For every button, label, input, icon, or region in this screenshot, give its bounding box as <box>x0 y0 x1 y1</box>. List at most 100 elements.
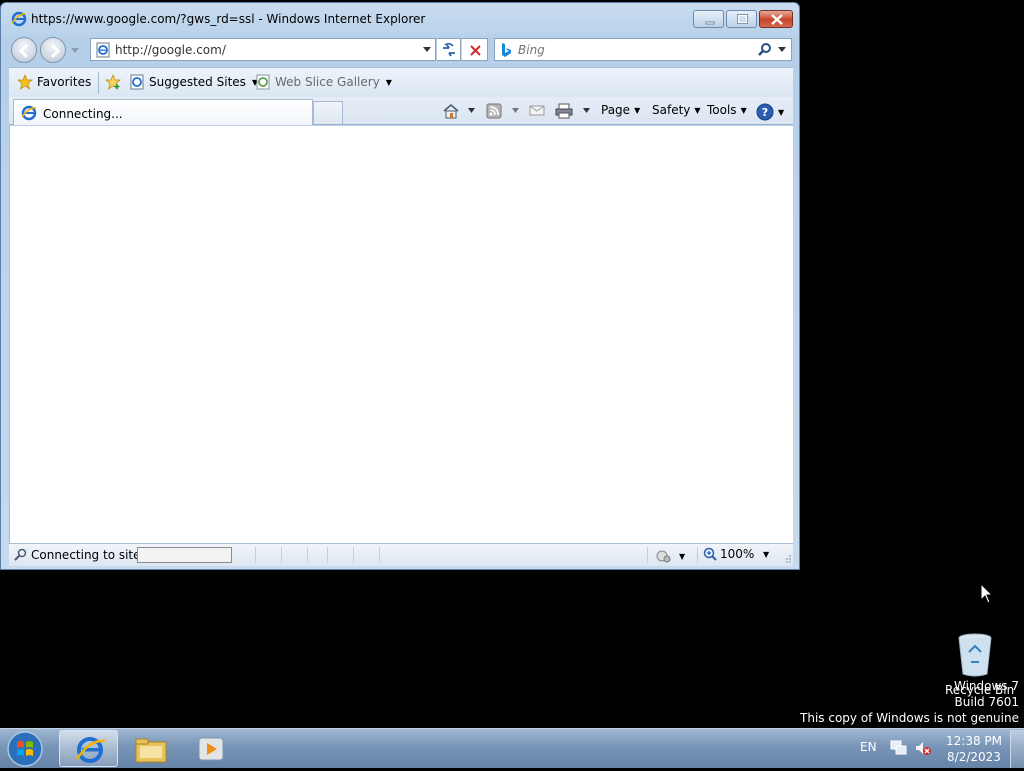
status-text: Connecting to site 2 <box>31 548 137 562</box>
tab-active[interactable]: Connecting... <box>13 99 313 125</box>
help-button[interactable]: ? ▼ <box>756 103 784 121</box>
status-separator <box>327 547 328 563</box>
home-button[interactable] <box>442 103 478 119</box>
tools-menu-button[interactable]: Tools ▼ <box>707 103 747 117</box>
suggested-sites-icon <box>130 74 144 90</box>
network-icon[interactable] <box>890 740 908 756</box>
favorites-separator <box>98 72 99 94</box>
suggested-sites-label: Suggested Sites <box>149 75 246 89</box>
page-icon <box>96 42 110 58</box>
windows-media-player-icon[interactable] <box>195 733 227 765</box>
internet-explorer-icon <box>75 737 106 763</box>
tab-row: Connecting... Page ▼ Safety ▼ Tools ▼ ? … <box>9 97 793 125</box>
desktop: https://www.google.com/?gws_rd=ssl - Win… <box>0 0 1024 728</box>
tools-menu-label: Tools <box>707 103 737 117</box>
zoom-dropdown-icon[interactable]: ▼ <box>763 550 769 559</box>
recycle-bin-icon[interactable] <box>955 632 995 678</box>
recent-pages-dropdown-icon[interactable] <box>70 45 80 55</box>
chevron-down-icon: ▼ <box>740 105 747 115</box>
favorites-bar: Favorites Suggested Sites ▼ Web Slice Ga… <box>9 67 793 97</box>
feeds-button[interactable] <box>486 103 520 119</box>
help-icon: ? <box>756 103 774 121</box>
web-slice-gallery-button[interactable]: Web Slice Gallery ▼ <box>255 74 392 90</box>
zoom-level: 100% <box>720 547 755 561</box>
address-dropdown-icon[interactable] <box>422 46 432 54</box>
status-separator <box>255 547 256 563</box>
add-to-favorites-bar-button[interactable] <box>105 74 121 90</box>
print-button[interactable] <box>555 103 591 119</box>
clock-date: 8/2/2023 <box>947 750 1001 764</box>
minimize-button[interactable] <box>693 10 724 28</box>
chevron-down-icon[interactable] <box>504 105 520 117</box>
windows-explorer-icon[interactable] <box>133 733 169 765</box>
taskbar-internet-explorer-button[interactable] <box>59 730 118 767</box>
search-options-dropdown-icon[interactable] <box>777 46 787 54</box>
web-slice-icon <box>256 74 270 90</box>
title-bar[interactable]: https://www.google.com/?gws_rd=ssl - Win… <box>1 3 799 33</box>
windows-watermark: Windows 7 Build 7601 This copy of Window… <box>800 678 1019 726</box>
favorites-label: Favorites <box>37 75 92 89</box>
svg-text:?: ? <box>762 106 768 119</box>
safety-menu-label: Safety <box>652 103 691 117</box>
page-menu-button[interactable]: Page ▼ <box>601 103 640 117</box>
close-icon <box>771 14 783 25</box>
back-button[interactable] <box>11 37 37 63</box>
safety-menu-button[interactable]: Safety ▼ <box>652 103 701 117</box>
mail-icon <box>529 105 545 116</box>
resize-grip-icon[interactable] <box>784 554 792 564</box>
status-bar: Connecting to site 2 ▼ 100% ▼ <box>9 543 793 566</box>
window-title: https://www.google.com/?gws_rd=ssl - Win… <box>31 12 426 26</box>
protected-mode-icon <box>656 550 671 563</box>
forward-arrow-icon <box>50 43 61 59</box>
system-clock[interactable]: 12:38 PM 8/2/2023 <box>945 733 1003 765</box>
clock-time: 12:38 PM <box>946 734 1002 748</box>
loading-search-icon <box>14 548 27 561</box>
web-slice-gallery-label: Web Slice Gallery <box>275 75 380 89</box>
tab-label: Connecting... <box>43 107 123 121</box>
zoom-button[interactable]: 100% <box>703 547 754 561</box>
new-tab-button[interactable] <box>313 101 343 124</box>
status-separator <box>353 547 354 563</box>
stop-icon <box>470 45 481 56</box>
language-indicator[interactable]: EN <box>860 740 877 754</box>
star-icon <box>17 74 33 90</box>
ie-tab-icon <box>21 105 37 121</box>
address-input[interactable] <box>115 43 415 57</box>
chevron-down-icon: ▼ <box>634 105 641 115</box>
ie-logo-icon <box>11 11 27 27</box>
page-content[interactable] <box>9 126 793 543</box>
forward-button[interactable] <box>40 37 66 63</box>
favorites-button[interactable]: Favorites <box>17 74 91 90</box>
printer-icon <box>555 103 573 119</box>
watermark-build: Build 7601 <box>954 695 1019 709</box>
search-input[interactable] <box>518 43 738 57</box>
ie-window: https://www.google.com/?gws_rd=ssl - Win… <box>0 2 800 570</box>
protected-mode-button[interactable]: ▼ <box>655 548 685 564</box>
address-bar[interactable] <box>90 38 436 61</box>
home-icon <box>443 104 459 119</box>
chevron-down-icon[interactable] <box>462 105 478 117</box>
read-mail-button[interactable] <box>529 103 545 117</box>
minimize-icon <box>705 21 715 25</box>
volume-muted-icon[interactable] <box>914 740 932 756</box>
status-separator <box>307 547 308 563</box>
bing-icon <box>502 43 511 57</box>
taskbar: EN 12:38 PM 8/2/2023 <box>0 728 1024 768</box>
page-menu-label: Page <box>601 103 631 117</box>
refresh-button[interactable] <box>437 38 461 61</box>
back-arrow-icon <box>18 43 29 59</box>
show-desktop-button[interactable] <box>1010 730 1024 768</box>
maximize-button[interactable] <box>726 10 757 28</box>
maximize-icon <box>737 14 748 24</box>
suggested-sites-button[interactable]: Suggested Sites ▼ <box>129 74 258 90</box>
search-bar[interactable] <box>494 38 792 61</box>
close-button[interactable] <box>759 10 793 28</box>
chevron-down-icon[interactable] <box>575 105 591 117</box>
chevron-down-icon: ▼ <box>679 551 686 561</box>
status-separator <box>379 547 380 563</box>
stop-button[interactable] <box>461 38 488 61</box>
search-icon[interactable] <box>757 42 773 58</box>
start-button[interactable] <box>5 730 45 768</box>
chevron-down-icon: ▼ <box>385 77 392 87</box>
rss-feed-icon <box>486 103 502 119</box>
